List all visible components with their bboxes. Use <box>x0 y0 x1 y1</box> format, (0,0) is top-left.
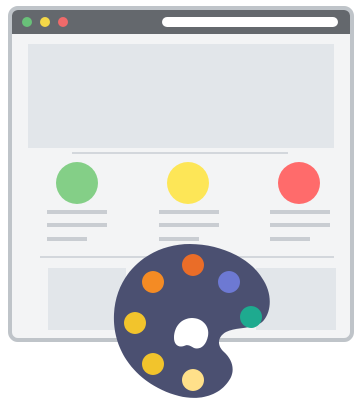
hero-image-placeholder <box>28 44 334 148</box>
text-line-placeholder <box>159 210 219 214</box>
text-line-placeholder <box>47 237 87 241</box>
feature-circle-yellow <box>167 162 209 204</box>
text-line-placeholder <box>270 237 310 241</box>
text-line-placeholder <box>270 223 330 227</box>
divider <box>72 152 288 154</box>
paint-light-yellow-icon <box>182 369 204 391</box>
paint-purple-icon <box>218 271 240 293</box>
paint-orange-icon <box>142 271 164 293</box>
feature-circle-green <box>56 162 98 204</box>
paint-teal-icon <box>240 306 262 328</box>
browser-titlebar <box>12 10 350 34</box>
window-control-yellow-icon <box>40 17 50 27</box>
paint-gold-icon <box>124 312 146 334</box>
text-line-placeholder <box>47 210 107 214</box>
text-line-placeholder <box>270 210 330 214</box>
window-control-red-icon <box>58 17 68 27</box>
feature-circle-red <box>278 162 320 204</box>
text-line-placeholder <box>159 223 219 227</box>
paint-gold-icon <box>142 353 164 375</box>
text-line-placeholder <box>47 223 107 227</box>
paint-palette-icon <box>113 244 270 398</box>
address-bar-placeholder <box>162 17 338 27</box>
paint-dark-orange-icon <box>182 254 204 276</box>
window-control-green-icon <box>22 17 32 27</box>
